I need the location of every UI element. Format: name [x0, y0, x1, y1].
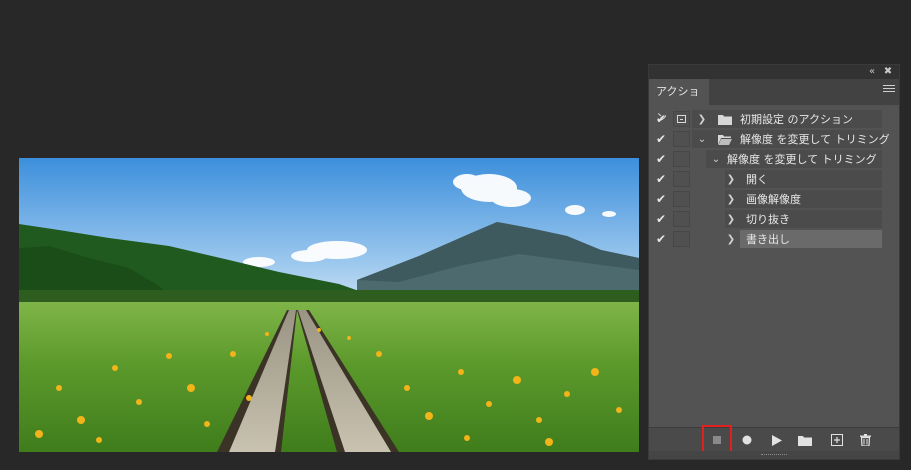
dialog-toggle[interactable]	[673, 191, 690, 207]
checkmark-icon[interactable]: ✔	[653, 209, 669, 229]
action-row-step-export[interactable]: ✔ ❯ 書き出し	[649, 229, 899, 249]
stop-icon	[713, 436, 721, 444]
action-list: ✔ ❯ 初期設定 のアクション ✔ ⌄ 解像度 を変更して トリミング ✔ ⌄ …	[649, 109, 899, 249]
row-body-selected[interactable]: ❯ 書き出し	[727, 230, 882, 248]
dialog-toggle[interactable]	[673, 231, 690, 247]
chevron-down-icon[interactable]: ⌄	[696, 131, 708, 149]
checkmark-icon[interactable]: ✔	[653, 229, 669, 249]
chevron-down-icon[interactable]: ⌄	[710, 151, 722, 169]
stop-button[interactable]	[702, 425, 732, 455]
panel-tab-bar: アクション	[649, 79, 899, 124]
chevron-right-icon[interactable]: ❯	[725, 211, 737, 229]
actions-panel: « ✖ アクション ✔ ❯ 初期設定 のアクション ✔ ⌄ 解像度 を変更して …	[648, 64, 900, 460]
action-row-set-default[interactable]: ✔ ❯ 初期設定 のアクション	[649, 109, 899, 129]
new-item-icon	[831, 434, 843, 446]
folder-closed-icon	[718, 114, 732, 125]
checkmark-icon[interactable]: ✔	[653, 149, 669, 169]
checkmark-icon[interactable]: ✔	[653, 109, 669, 129]
row-label: 解像度 を変更して トリミング	[727, 153, 877, 166]
checkmark-icon[interactable]: ✔	[653, 169, 669, 189]
document-canvas[interactable]	[19, 158, 639, 452]
delete-button[interactable]	[855, 430, 875, 450]
double-chevron-left-icon[interactable]: «	[865, 65, 879, 79]
play-button[interactable]	[767, 430, 787, 450]
row-body[interactable]: ❯ 切り抜き	[725, 210, 882, 228]
dialog-toggle[interactable]	[673, 151, 690, 167]
record-button[interactable]	[737, 430, 757, 450]
tab-actions[interactable]: アクション	[649, 79, 709, 124]
row-label: 開く	[746, 173, 768, 186]
action-row-set-resize[interactable]: ✔ ⌄ 解像度 を変更して トリミング	[649, 129, 899, 149]
row-label: 初期設定 のアクション	[740, 113, 853, 126]
dialog-toggle[interactable]	[673, 211, 690, 227]
action-row-step-image-size[interactable]: ✔ ❯ 画像解像度	[649, 189, 899, 209]
row-label: 書き出し	[746, 233, 790, 246]
row-body[interactable]: ❯ 画像解像度	[725, 190, 882, 208]
chevron-right-icon[interactable]: ❯	[725, 191, 737, 209]
create-new-action-button[interactable]	[827, 430, 847, 450]
dialog-toggle[interactable]	[673, 171, 690, 187]
panel-title-bar[interactable]: « ✖	[649, 65, 899, 79]
row-label: 画像解像度	[746, 193, 801, 206]
row-label: 解像度 を変更して トリミング	[740, 133, 890, 146]
row-body[interactable]: ❯ 開く	[725, 170, 882, 188]
chevron-right-icon[interactable]: ❯	[725, 171, 737, 189]
checkmark-icon[interactable]: ✔	[653, 129, 669, 149]
row-label: 切り抜き	[746, 213, 790, 226]
panel-bottom-toolbar	[649, 425, 899, 455]
row-body[interactable]: ❯ 初期設定 のアクション	[692, 110, 882, 128]
dialog-toggle[interactable]	[673, 131, 690, 147]
trash-icon	[859, 434, 871, 446]
close-icon[interactable]: ✖	[881, 65, 895, 79]
chevron-right-icon[interactable]: ❯	[696, 111, 708, 129]
row-body[interactable]: ⌄ 解像度 を変更して トリミング	[692, 130, 890, 149]
record-icon	[742, 435, 752, 445]
play-icon	[772, 434, 782, 446]
chevron-right-icon[interactable]: ❯	[725, 231, 737, 249]
row-body[interactable]: ⌄ 解像度 を変更して トリミング	[706, 150, 882, 168]
hamburger-menu-icon[interactable]	[883, 85, 895, 99]
folder-open-icon	[718, 134, 732, 145]
dialog-icon	[677, 115, 686, 123]
action-row-step-crop[interactable]: ✔ ❯ 切り抜き	[649, 209, 899, 229]
checkmark-icon[interactable]: ✔	[653, 189, 669, 209]
panel-resize-grip[interactable]	[649, 451, 899, 459]
action-row-action-resize[interactable]: ✔ ⌄ 解像度 を変更して トリミング	[649, 149, 899, 169]
landscape-photo	[19, 158, 639, 452]
action-row-step-open[interactable]: ✔ ❯ 開く	[649, 169, 899, 189]
folder-icon	[798, 435, 812, 446]
create-new-set-button[interactable]	[795, 430, 815, 450]
dialog-toggle[interactable]	[673, 111, 690, 127]
